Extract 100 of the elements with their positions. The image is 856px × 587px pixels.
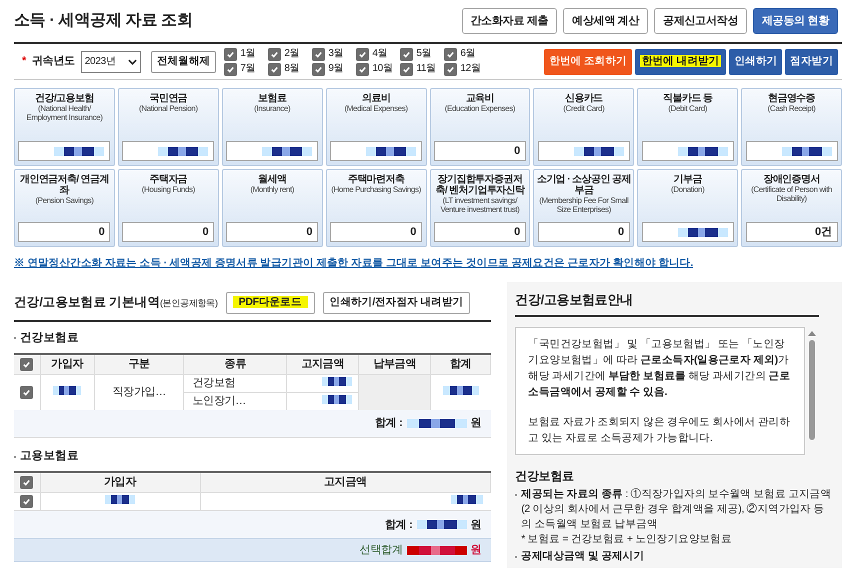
- checkbox[interactable]: [20, 476, 34, 489]
- redacted-block: [416, 520, 466, 530]
- month-label: 12월: [460, 63, 481, 75]
- category-card[interactable]: 현금영수증 (Cash Receipt): [741, 88, 842, 166]
- redacted-block: [105, 495, 135, 504]
- table-cell: 건강보험: [184, 374, 287, 392]
- category-title: 기부금: [674, 174, 702, 185]
- category-card[interactable]: 기부금 (Donation): [637, 169, 738, 247]
- toggle-all-button[interactable]: 전체월해제: [150, 50, 216, 72]
- category-card[interactable]: 보험료 (Insurance): [222, 88, 323, 166]
- checkbox[interactable]: [20, 495, 34, 508]
- category-card[interactable]: 장기집합투자증권저축/ 벤처기업투자신탁 (LT investment savings/ Venture investment trust) 0: [430, 169, 530, 247]
- category-subtitle: (Monthly rent): [250, 185, 294, 194]
- category-card[interactable]: 개인연금저축/ 연금계좌 (Pension Savings) 0: [14, 169, 115, 247]
- category-title: 주택마련저축: [348, 174, 404, 185]
- category-card[interactable]: 건강/고용보험 (National Health/ Employment Insurance): [14, 88, 115, 166]
- currency-unit: 원: [470, 416, 482, 432]
- column-header: 고지금액: [200, 472, 491, 492]
- category-title: 소기업 · 소상공인 공제부금: [536, 174, 632, 196]
- guide-paragraph: 보험료 자료가 조회되지 않은 경우에도 회사에서 관리하고 있는 자료로 소득공제가 가능합니다.: [528, 415, 792, 446]
- check-icon: [22, 360, 32, 369]
- year-select[interactable]: 2023년: [80, 50, 141, 72]
- checkbox[interactable]: [20, 386, 34, 399]
- redacted-block: [406, 419, 466, 428]
- subsection-heading: 건강보험료: [20, 330, 79, 346]
- page-title: 소득 · 세액공제 자료 조회: [14, 11, 193, 31]
- category-title: 현금영수증: [768, 93, 816, 104]
- nav-button[interactable]: 공제신고서작성: [654, 8, 748, 34]
- redacted-block: [158, 146, 208, 156]
- month-label: 4월: [372, 48, 388, 60]
- scroll-up-arrow-icon[interactable]: [808, 331, 816, 336]
- checkbox[interactable]: [224, 62, 238, 76]
- checkbox[interactable]: [444, 48, 458, 60]
- category-card[interactable]: 주택자금 (Housing Funds) 0: [118, 169, 219, 247]
- action-button[interactable]: 한번에 내려받기: [634, 48, 726, 74]
- column-header: 종류: [184, 354, 287, 374]
- redacted-block: [53, 386, 82, 395]
- category-card[interactable]: 월세액 (Monthly rent) 0: [222, 169, 323, 247]
- category-card[interactable]: 주택마련저축 (Home Purchasing Savings) 0: [326, 169, 426, 247]
- section-title: 건강/고용보험료 기본내역(본인공제항목): [14, 294, 218, 312]
- month-label: 8월: [284, 63, 300, 75]
- action-button[interactable]: 점자받기: [785, 48, 838, 74]
- total-label: 합계 :: [384, 518, 412, 532]
- month-label: 2월: [284, 48, 300, 60]
- amount-field: 0: [538, 222, 630, 242]
- category-title: 신용카드: [565, 93, 603, 104]
- amount-field: 0: [18, 222, 110, 242]
- redacted-block: [322, 395, 352, 404]
- download-button[interactable]: PDF다운로드: [226, 292, 315, 314]
- download-button[interactable]: 인쇄하기/전자점자 내려받기: [322, 292, 470, 314]
- guide-bullet: 제공되는 자료의 종류 : ①직장가입자의 보수월액 보험료 고지금액(2 이상의 회사에서 근무한 경우 합계액을 제공), ②지역가입자 등의 소득월액 보험료 납부금액: [521, 487, 832, 532]
- caret-icon: [128, 58, 137, 64]
- checkbox[interactable]: [400, 62, 414, 76]
- category-title: 장기집합투자증권저축/ 벤처기업투자신탁: [434, 174, 526, 196]
- category-title: 보험료: [258, 93, 286, 104]
- action-button[interactable]: 인쇄하기: [729, 48, 782, 74]
- category-card[interactable]: 소기업 · 소상공인 공제부금 (Membership Fee For Small Size Enterprises) 0: [533, 169, 634, 247]
- category-subtitle: (Certificate of Person with Disability): [750, 185, 833, 203]
- category-card[interactable]: 교육비 (Education Expenses) 0: [430, 88, 530, 166]
- redacted-block: [262, 146, 312, 156]
- category-card[interactable]: 장애인증명서 (Certificate of Person with Disability) 0건: [741, 169, 842, 247]
- nav-button[interactable]: 제공동의 현황: [753, 8, 838, 34]
- month-label: 3월: [328, 48, 344, 60]
- notice-link[interactable]: ※ 연말정산간소화 자료는 소득 · 세액공제 증명서류 발급기관이 제출한 자료를 그대로 보여주는 것이므로 공제요건은 근로자가 확인해야 합니다.: [14, 256, 842, 272]
- category-subtitle: (Credit Card): [563, 104, 604, 113]
- category-card[interactable]: 직불카드 등 (Debit Card): [637, 88, 738, 166]
- guide-note: * 보험료 = 건강보험료 + 노인장기요양보험료: [521, 532, 733, 548]
- month-label: 7월: [240, 63, 256, 75]
- checkbox[interactable]: [20, 358, 34, 371]
- redacted-block: [678, 228, 728, 236]
- redacted-block: [574, 146, 624, 156]
- checkbox[interactable]: [268, 48, 282, 60]
- category-subtitle: (Insurance): [254, 104, 290, 113]
- month-label: 6월: [460, 48, 476, 60]
- redacted-block: [54, 146, 104, 156]
- category-card[interactable]: 의료비 (Medical Expenses): [326, 88, 426, 166]
- total-label: 합계 :: [374, 416, 402, 432]
- checkbox[interactable]: [400, 48, 414, 60]
- nav-button[interactable]: 예상세액 계산: [563, 8, 648, 34]
- checkbox[interactable]: [224, 48, 238, 60]
- nav-button[interactable]: 간소화자료 제출: [462, 8, 558, 34]
- checkbox[interactable]: [268, 62, 282, 76]
- amount-field: 0: [434, 141, 526, 161]
- category-subtitle: (LT investment savings/ Venture investment trust): [439, 196, 520, 214]
- category-subtitle: (Pension Savings): [35, 196, 94, 205]
- category-subtitle: (Donation): [671, 185, 704, 194]
- category-subtitle: (Medical Expenses): [344, 104, 408, 113]
- checkbox[interactable]: [356, 48, 370, 60]
- checkbox[interactable]: [312, 62, 326, 76]
- category-title: 개인연금저축/ 연금계좌: [18, 174, 110, 196]
- category-card[interactable]: 국민연금 (National Pension): [118, 88, 219, 166]
- redacted-block: [678, 146, 728, 156]
- checkbox[interactable]: [356, 62, 370, 76]
- amount-field: 0: [330, 222, 422, 242]
- checkbox[interactable]: [444, 62, 458, 76]
- checkbox[interactable]: [312, 48, 326, 60]
- redacted-block: [442, 386, 479, 395]
- currency-unit: 원: [470, 543, 482, 558]
- category-card[interactable]: 신용카드 (Credit Card): [533, 88, 634, 166]
- month-label: 9월: [328, 63, 344, 75]
